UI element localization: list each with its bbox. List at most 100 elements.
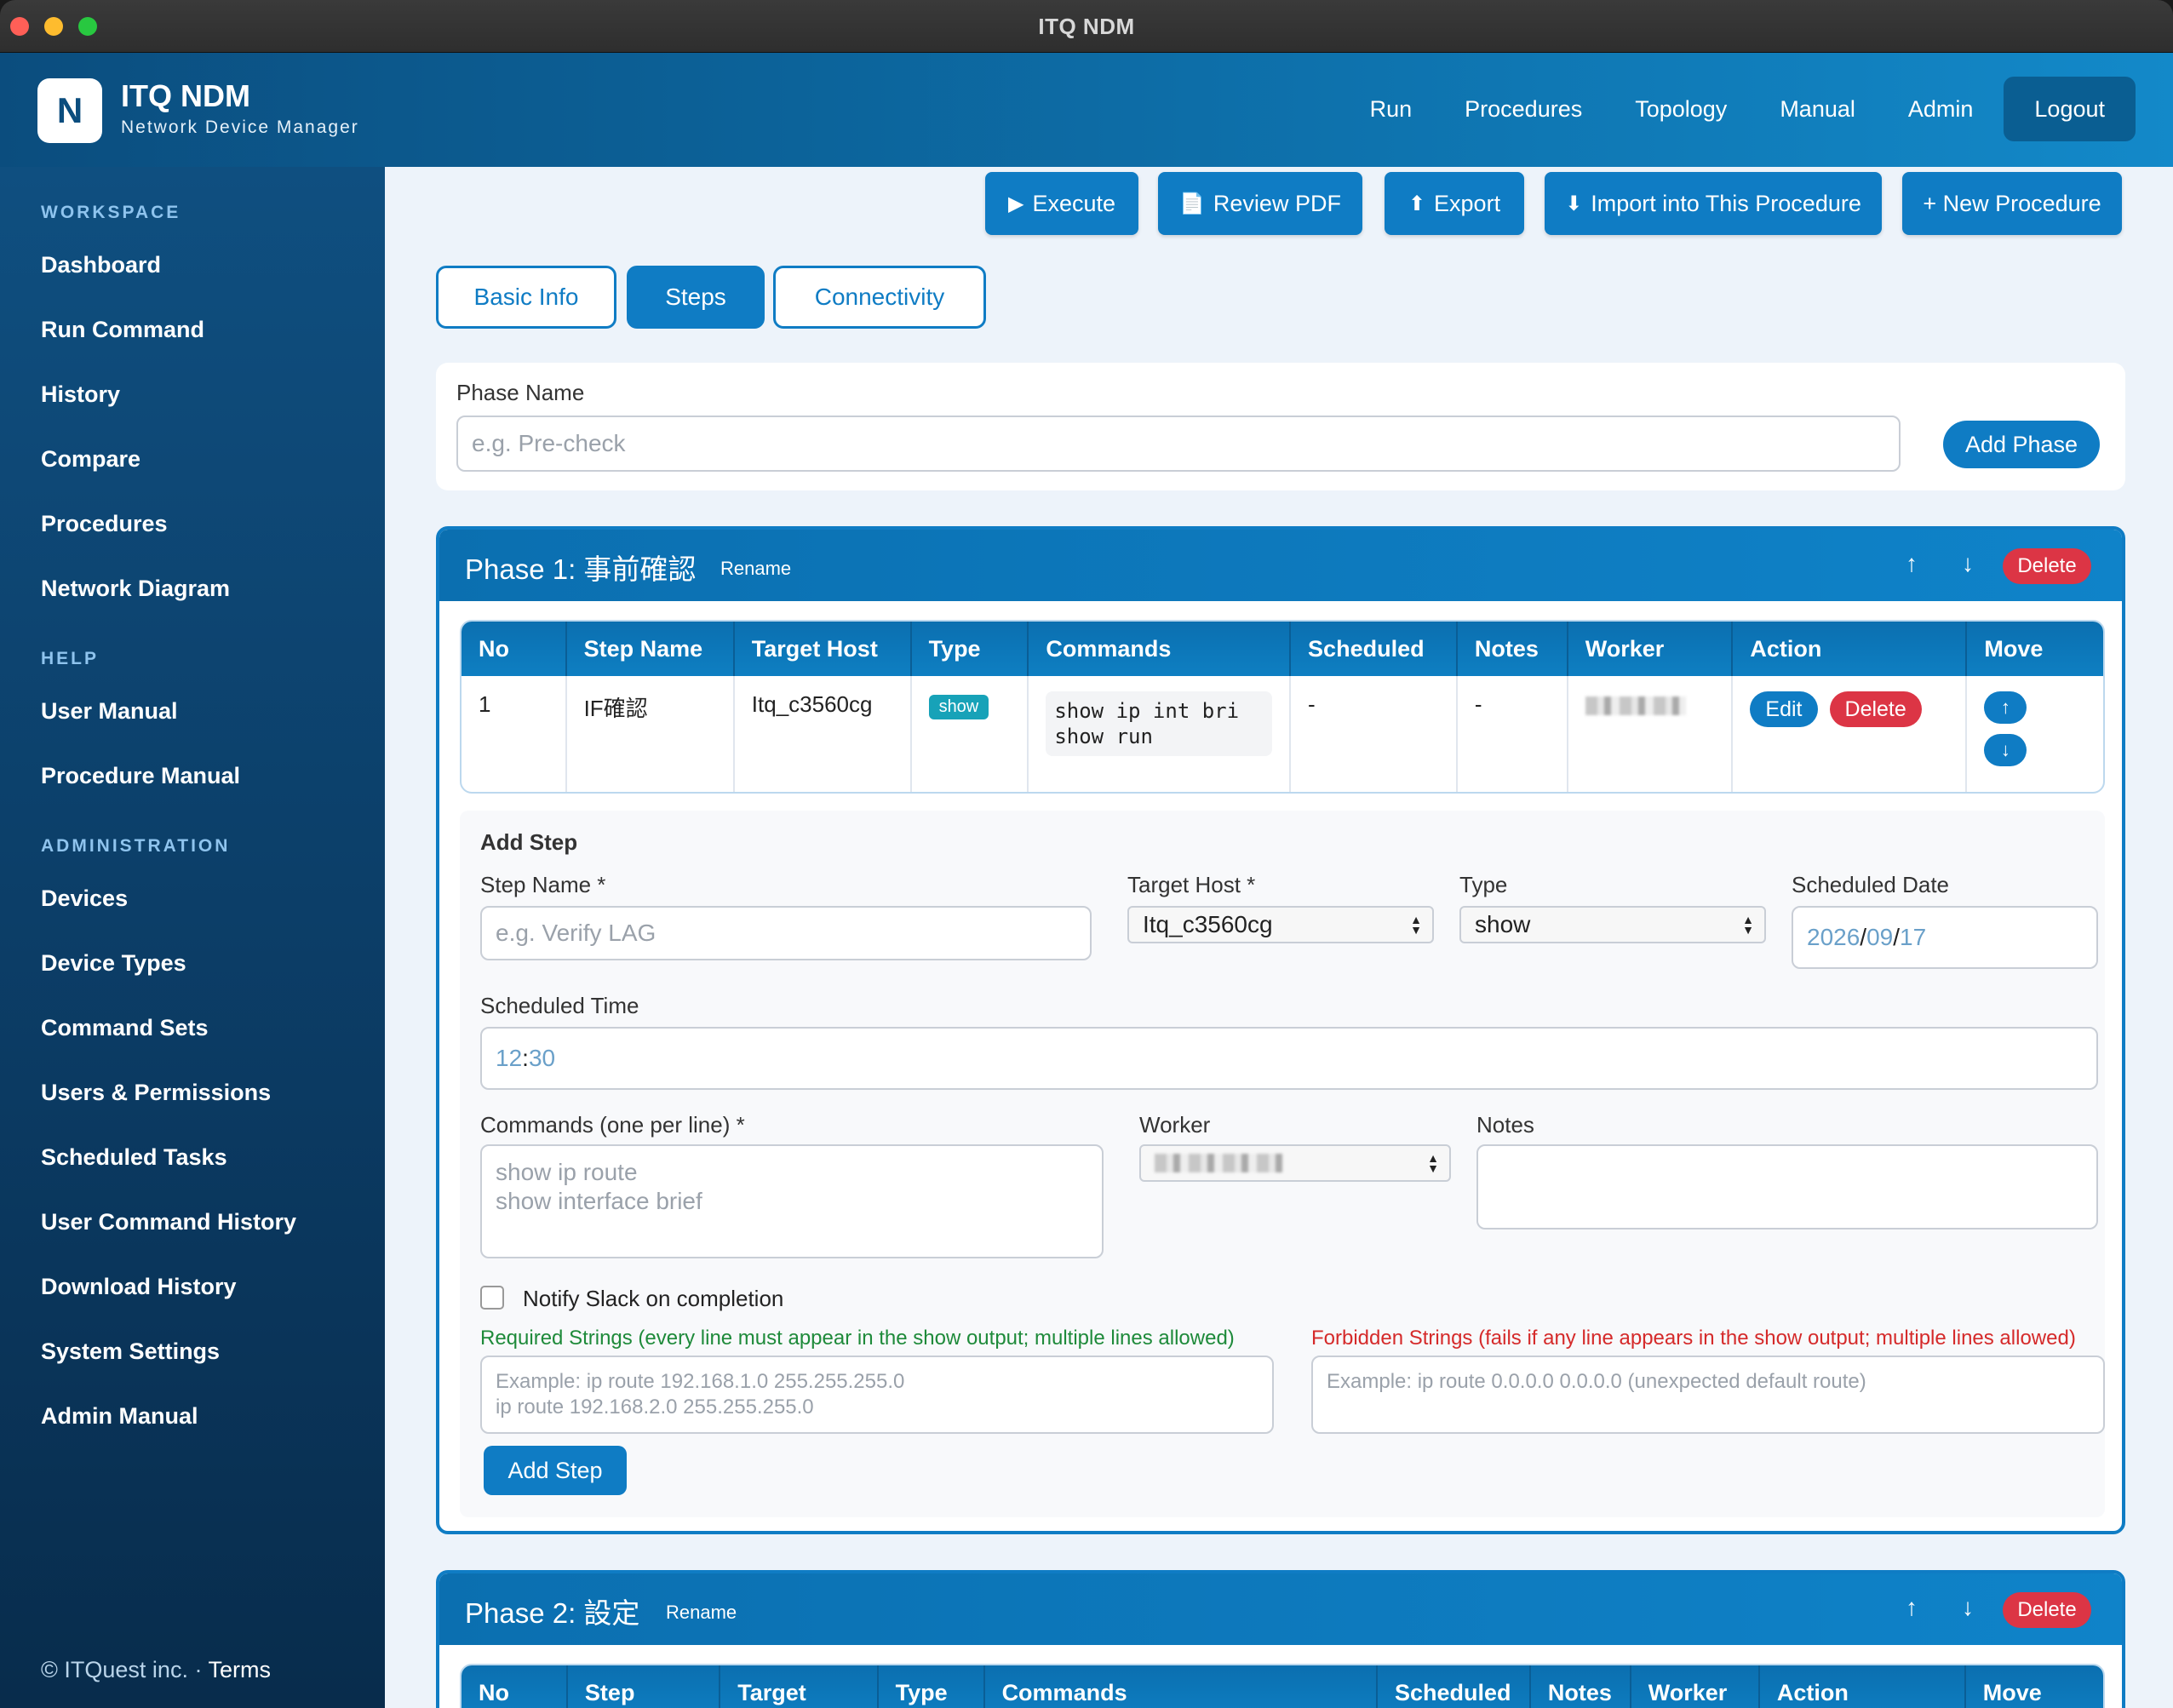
col-action: Action	[1759, 1665, 1966, 1708]
tab-basic-info[interactable]: Basic Info	[436, 266, 616, 329]
date-day: 17	[1900, 924, 1927, 950]
sidebar-footer: © ITQuest inc. · Terms	[41, 1657, 271, 1683]
table-header-row: No Step Target Type Commands Scheduled N…	[462, 1665, 2103, 1708]
step-actions: Edit Delete	[1733, 676, 1968, 792]
brand-title: ITQ NDM	[121, 78, 250, 113]
phase-name-input[interactable]: e.g. Pre-check	[456, 416, 1901, 472]
notes-label: Notes	[1476, 1112, 1534, 1138]
date-month: 09	[1866, 924, 1894, 950]
notes-textarea[interactable]	[1476, 1144, 2098, 1229]
sidebar-item-download-history[interactable]: Download History	[41, 1274, 237, 1300]
commands-block: show ip int bri show run	[1046, 691, 1273, 756]
commands-textarea[interactable]: show ip route show interface brief	[480, 1144, 1104, 1258]
tab-connectivity[interactable]: Connectivity	[773, 266, 986, 329]
nav-admin[interactable]: Admin	[1908, 96, 1974, 123]
review-pdf-button[interactable]: 📄 Review PDF	[1158, 172, 1362, 235]
add-step-form: Add Step Step Name * e.g. Verify LAG Tar…	[460, 811, 2105, 1517]
step-name: IF確認	[567, 676, 735, 792]
steps-table: No Step Name Target Host Type Commands S…	[460, 620, 2105, 794]
target-host-select[interactable]: Itq_c3560cg ▲ ▼	[1127, 906, 1434, 943]
import-button[interactable]: ⬇ Import into This Procedure	[1545, 172, 1882, 235]
sidebar-item-network-diagram[interactable]: Network Diagram	[41, 576, 230, 602]
sidebar-item-users-permissions[interactable]: Users & Permissions	[41, 1080, 271, 1106]
col-move: Move	[1967, 622, 2103, 676]
step-name-label: Step Name *	[480, 872, 606, 897]
sidebar-section-help: HELP	[41, 649, 100, 668]
scheduled-date-label: Scheduled Date	[1792, 872, 1950, 897]
move-phase-down-icon[interactable]: ↓	[1962, 550, 1974, 577]
col-scheduled: Scheduled	[1291, 622, 1458, 676]
sidebar-item-system-settings[interactable]: System Settings	[41, 1338, 220, 1365]
phase-title: Phase 2: 設定	[465, 1597, 640, 1629]
window-titlebar: ITQ NDM	[0, 0, 2173, 53]
nav-procedures[interactable]: Procedures	[1465, 96, 1582, 123]
sidebar-item-compare[interactable]: Compare	[41, 446, 140, 473]
sidebar: WORKSPACE Dashboard Run Command History …	[0, 167, 385, 1708]
col-step: Step	[567, 1665, 721, 1708]
notify-slack-checkbox[interactable]	[480, 1286, 504, 1310]
worker-select[interactable]: ▲ ▼	[1139, 1144, 1451, 1182]
move-phase-up-icon[interactable]: ↑	[1906, 1594, 1918, 1621]
new-procedure-button[interactable]: + New Procedure	[1902, 172, 2122, 235]
main-content: ▶ Execute 📄 Review PDF ⬆ Export ⬇ Import int…	[385, 167, 2173, 1708]
forbidden-strings-textarea[interactable]: Example: ip route 0.0.0.0 0.0.0.0 (unexp…	[1311, 1356, 2105, 1434]
scheduled-date-input[interactable]: 2026/09/17	[1792, 906, 2098, 969]
type-badge: show	[928, 695, 989, 719]
arrow-up-icon: ⬆	[1408, 192, 1426, 215]
sidebar-item-command-sets[interactable]: Command Sets	[41, 1015, 209, 1041]
sidebar-item-procedure-manual[interactable]: Procedure Manual	[41, 763, 240, 789]
add-phase-button[interactable]: Add Phase	[1943, 421, 2100, 468]
sidebar-item-user-command-history[interactable]: User Command History	[41, 1209, 296, 1235]
sidebar-item-user-manual[interactable]: User Manual	[41, 698, 178, 725]
delete-step-button[interactable]: Delete	[1829, 691, 1922, 727]
col-action: Action	[1733, 622, 1968, 676]
nav-run[interactable]: Run	[1370, 96, 1413, 123]
sidebar-item-devices[interactable]: Devices	[41, 886, 128, 912]
sidebar-item-dashboard[interactable]: Dashboard	[41, 252, 161, 278]
required-strings-textarea[interactable]: Example: ip route 192.168.1.0 255.255.25…	[480, 1356, 1274, 1434]
phase-header: Phase 2: 設定 Rename ↑ ↓ Delete	[439, 1573, 2122, 1645]
phase-title: Phase 1: 事前確認	[465, 553, 697, 585]
app-logo[interactable]: N	[37, 78, 102, 143]
time-minute: 30	[528, 1045, 556, 1071]
phase-rename-button[interactable]: Rename	[720, 558, 791, 580]
phase-delete-button[interactable]: Delete	[2003, 548, 2091, 584]
worker-label: Worker	[1139, 1112, 1211, 1138]
phase-rename-button[interactable]: Rename	[666, 1602, 737, 1624]
phase-delete-button[interactable]: Delete	[2003, 1592, 2091, 1628]
col-notes: Notes	[1530, 1665, 1631, 1708]
col-target-host: Target Host	[734, 622, 912, 676]
execute-button[interactable]: ▶ Execute	[985, 172, 1138, 235]
sidebar-item-run-command[interactable]: Run Command	[41, 317, 204, 343]
date-year: 2026	[1807, 924, 1861, 950]
type-select[interactable]: show ▲ ▼	[1459, 906, 1766, 943]
step-name-input[interactable]: e.g. Verify LAG	[480, 906, 1092, 960]
scheduled-time-input[interactable]: 12:30	[480, 1027, 2098, 1090]
phase-name-label: Phase Name	[456, 380, 585, 405]
col-move: Move	[1965, 1665, 2103, 1708]
sidebar-section-workspace: WORKSPACE	[41, 203, 181, 222]
export-button[interactable]: ⬆ Export	[1385, 172, 1524, 235]
sidebar-item-history[interactable]: History	[41, 381, 120, 408]
edit-step-button[interactable]: Edit	[1750, 691, 1818, 727]
sidebar-item-device-types[interactable]: Device Types	[41, 950, 186, 977]
move-phase-up-icon[interactable]: ↑	[1906, 550, 1918, 577]
sidebar-item-procedures[interactable]: Procedures	[41, 511, 168, 537]
step-notes: -	[1458, 676, 1568, 792]
sidebar-item-scheduled-tasks[interactable]: Scheduled Tasks	[41, 1144, 227, 1171]
col-notes: Notes	[1457, 622, 1568, 676]
add-step-button[interactable]: Add Step	[484, 1446, 627, 1495]
move-step-up-icon[interactable]: ↑	[1984, 691, 2027, 724]
sidebar-item-admin-manual[interactable]: Admin Manual	[41, 1403, 198, 1430]
terms-link[interactable]: Terms	[208, 1657, 271, 1682]
tab-steps[interactable]: Steps	[627, 266, 765, 329]
move-phase-down-icon[interactable]: ↓	[1962, 1594, 1974, 1621]
nav-topology[interactable]: Topology	[1635, 96, 1727, 123]
review-pdf-label: Review PDF	[1213, 190, 1341, 216]
commands-label: Commands (one per line) *	[480, 1112, 745, 1138]
brand-subtitle: Network Device Manager	[121, 117, 359, 137]
move-step-down-icon[interactable]: ↓	[1984, 734, 2027, 766]
nav-manual[interactable]: Manual	[1780, 96, 1855, 123]
logout-button[interactable]: Logout	[2004, 77, 2136, 141]
step-worker	[1568, 676, 1734, 792]
